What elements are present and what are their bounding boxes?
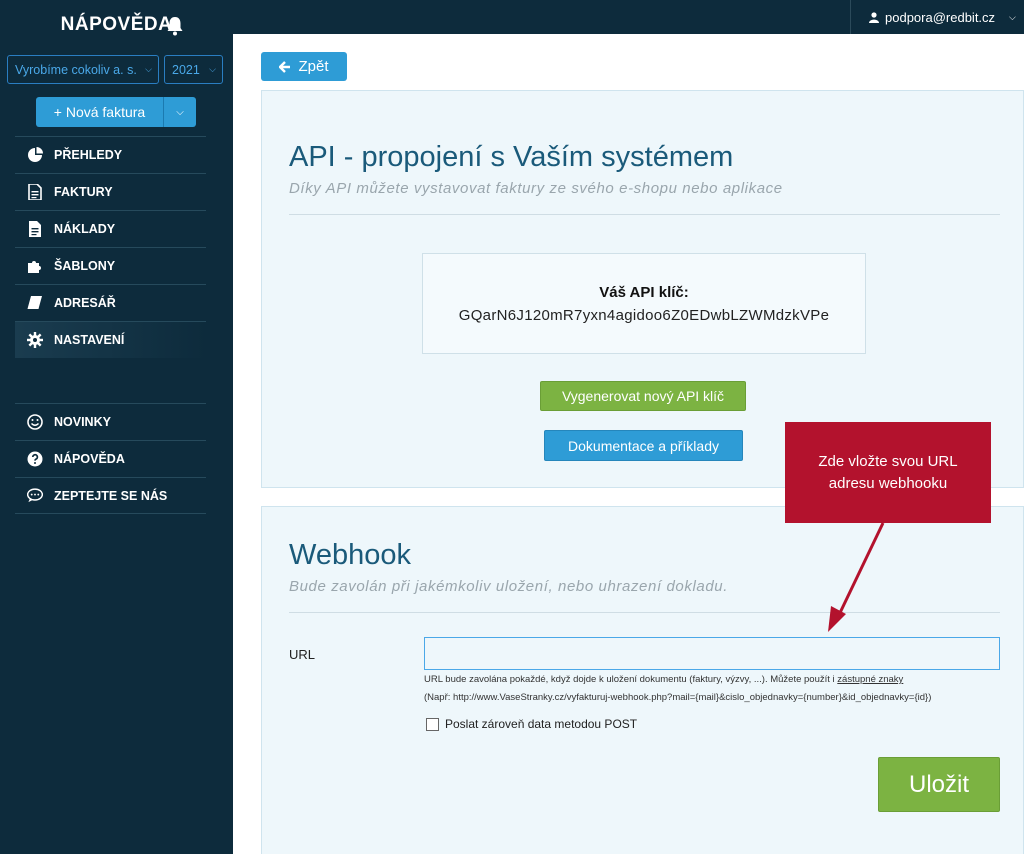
sidebar-item-zeptejte[interactable]: ZEPTEJTE SE NÁS <box>15 477 206 514</box>
user-menu[interactable]: podpora@redbit.cz ⌵ <box>850 0 1024 34</box>
new-invoice-button[interactable]: + Nová faktura <box>36 97 164 127</box>
documentation-button[interactable]: Dokumentace a příklady <box>544 430 743 461</box>
invoice-icon <box>27 184 43 200</box>
sidebar-item-label: NOVINKY <box>54 415 111 429</box>
url-label: URL <box>289 647 316 662</box>
url-hint-text: URL bude zavolána pokaždé, když dojde k … <box>424 674 838 685</box>
sidebar-item-label: NÁPOVĚDA <box>54 452 125 466</box>
pie-chart-icon <box>27 147 43 163</box>
sidebar-item-label: ZEPTEJTE SE NÁS <box>54 488 168 503</box>
api-subtitle: Díky API můžete vystavovat faktury ze sv… <box>289 180 783 197</box>
chevron-down-icon: ⌵ <box>209 64 216 74</box>
book-icon <box>27 295 43 311</box>
new-invoice-button-group: + Nová faktura ⌵ <box>36 97 196 127</box>
user-email: podpora@redbit.cz <box>885 9 996 25</box>
arrow-left-icon <box>279 60 291 73</box>
back-button[interactable]: Zpět <box>261 52 347 81</box>
chevron-down-icon: ⌵ <box>176 106 184 118</box>
sidebar-item-label: ADRESÁŘ <box>54 296 116 310</box>
sidebar-item-label: PŘEHLEDY <box>54 148 123 162</box>
webhook-subtitle: Bude zavolán při jakémkoliv uložení, neb… <box>289 578 728 595</box>
bell-icon[interactable] <box>166 16 184 36</box>
sidebar-item-napoveda[interactable]: NÁPOVĚDA <box>15 440 206 477</box>
back-button-label: Zpět <box>298 58 329 75</box>
new-invoice-dropdown-button[interactable]: ⌵ <box>164 97 196 127</box>
chat-icon <box>27 488 43 504</box>
webhook-panel: Webhook Bude zavolán při jakémkoliv ulož… <box>261 506 1024 854</box>
api-key-label: Váš API klíč: <box>599 284 689 301</box>
divider <box>289 214 1000 215</box>
sidebar-item-label: FAKTURY <box>54 185 113 199</box>
sidebar-item-label: NÁKLADY <box>54 222 116 236</box>
callout-note: Zde vložte svou URL adresu webhooku <box>785 422 991 523</box>
secondary-nav: NOVINKY NÁPOVĚDA ZEPTEJTE SE NÁS <box>15 403 206 514</box>
api-key-value[interactable]: GQarN6J120mR7yxn4agidoo6Z0EDwbLZWMdzkVPe <box>423 307 865 324</box>
generate-api-key-button[interactable]: Vygenerovat nový API klíč <box>540 381 746 411</box>
post-checkbox-row[interactable]: Poslat zároveň data metodou POST <box>426 717 637 731</box>
year-select[interactable]: 2021 ⌵ <box>164 55 223 84</box>
sidebar: NÁPOVĚDA Vyrobíme cokoliv a. s. ⌵ 2021 ⌵… <box>0 0 233 854</box>
webhook-title: Webhook <box>289 539 411 571</box>
sidebar-item-naklady[interactable]: NÁKLADY <box>15 210 206 247</box>
company-select[interactable]: Vyrobíme cokoliv a. s. ⌵ <box>7 55 159 84</box>
chevron-down-icon: ⌵ <box>145 64 152 74</box>
placeholders-link[interactable]: zástupné znaky <box>837 674 903 685</box>
url-example: (Např: http://www.VaseStranky.cz/vyfaktu… <box>424 692 932 703</box>
api-key-box: Váš API klíč: GQarN6J120mR7yxn4agidoo6Z0… <box>422 253 866 354</box>
api-title: API - propojení s Vaším systémem <box>289 141 734 173</box>
post-checkbox[interactable] <box>426 717 439 731</box>
sidebar-item-label: NASTAVENÍ <box>54 333 125 347</box>
main-nav: PŘEHLEDY FAKTURY NÁKLADY ŠABLONY ADRESÁŘ… <box>15 136 206 358</box>
save-button[interactable]: Uložit <box>878 757 1000 812</box>
sidebar-item-nastaveni[interactable]: NASTAVENÍ <box>15 321 206 358</box>
chevron-down-icon: ⌵ <box>1009 11 1016 22</box>
gear-icon <box>27 332 43 348</box>
sidebar-item-faktury[interactable]: FAKTURY <box>15 173 206 210</box>
puzzle-icon <box>27 258 43 274</box>
sidebar-item-prehledy[interactable]: PŘEHLEDY <box>15 136 206 173</box>
sidebar-item-sablony[interactable]: ŠABLONY <box>15 247 206 284</box>
smiley-icon <box>27 414 43 430</box>
sidebar-item-novinky[interactable]: NOVINKY <box>15 403 206 440</box>
help-icon <box>27 451 43 467</box>
brand-title: NÁPOVĚDA <box>0 14 233 36</box>
divider <box>289 612 1000 613</box>
brand-label: NÁPOVĚDA <box>60 14 173 35</box>
sidebar-item-label: ŠABLONY <box>54 259 116 273</box>
post-checkbox-label: Poslat zároveň data metodou POST <box>445 717 638 731</box>
url-hint: URL bude zavolána pokaždé, když dojde k … <box>424 674 903 685</box>
sidebar-item-adresar[interactable]: ADRESÁŘ <box>15 284 206 321</box>
year-select-value: 2021 <box>172 62 200 77</box>
expense-doc-icon <box>27 221 43 237</box>
company-select-value: Vyrobíme cokoliv a. s. <box>15 62 137 77</box>
user-icon <box>869 11 879 23</box>
webhook-url-input[interactable] <box>424 637 1000 670</box>
